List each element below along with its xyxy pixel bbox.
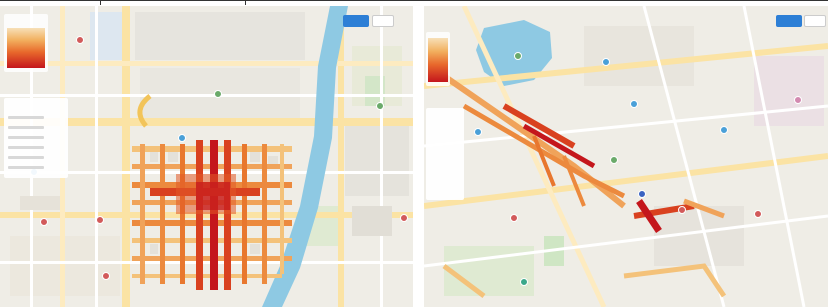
layer-row[interactable]: [8, 156, 44, 159]
layer-row[interactable]: [8, 126, 44, 129]
top-border-tick: [245, 0, 246, 5]
map-marker-icon[interactable]: [76, 36, 84, 44]
map-marker-icon[interactable]: [514, 52, 522, 60]
map-marker-icon[interactable]: [610, 156, 618, 164]
right-map-panel[interactable]: [424, 6, 828, 307]
layer-row[interactable]: [8, 146, 44, 149]
map-marker-icon[interactable]: [638, 190, 646, 198]
map-marker-icon[interactable]: [510, 214, 518, 222]
map-control-button[interactable]: [804, 15, 826, 27]
layer-row[interactable]: [8, 136, 44, 139]
top-border-tick: [100, 0, 101, 5]
map-marker-icon[interactable]: [40, 218, 48, 226]
layer-row[interactable]: [8, 116, 44, 119]
layer-row[interactable]: [8, 166, 44, 169]
map-marker-icon[interactable]: [720, 126, 728, 134]
layer-panel[interactable]: [4, 98, 68, 178]
top-border: [0, 0, 828, 5]
heatmap-legend: [4, 14, 48, 72]
legend-gradient: [7, 28, 45, 68]
right-basemap[interactable]: [424, 6, 828, 307]
map-toggle-button[interactable]: [776, 15, 802, 27]
layer-panel[interactable]: [426, 108, 464, 200]
map-marker-icon[interactable]: [754, 210, 762, 218]
legend-gradient: [428, 38, 448, 82]
map-marker-icon[interactable]: [678, 206, 686, 214]
map-control-button[interactable]: [372, 15, 394, 27]
map-marker-icon[interactable]: [96, 216, 104, 224]
map-marker-icon[interactable]: [794, 96, 802, 104]
map-marker-icon[interactable]: [376, 102, 384, 110]
map-marker-icon[interactable]: [400, 214, 408, 222]
left-map-panel[interactable]: [0, 6, 413, 307]
map-toggle-button[interactable]: [343, 15, 369, 27]
map-marker-icon[interactable]: [214, 90, 222, 98]
map-marker-icon[interactable]: [520, 278, 528, 286]
map-marker-icon[interactable]: [630, 100, 638, 108]
map-marker-icon[interactable]: [602, 58, 610, 66]
map-marker-icon[interactable]: [178, 134, 186, 142]
heatmap-legend: [426, 32, 450, 86]
map-marker-icon[interactable]: [474, 128, 482, 136]
map-marker-icon[interactable]: [102, 272, 110, 280]
